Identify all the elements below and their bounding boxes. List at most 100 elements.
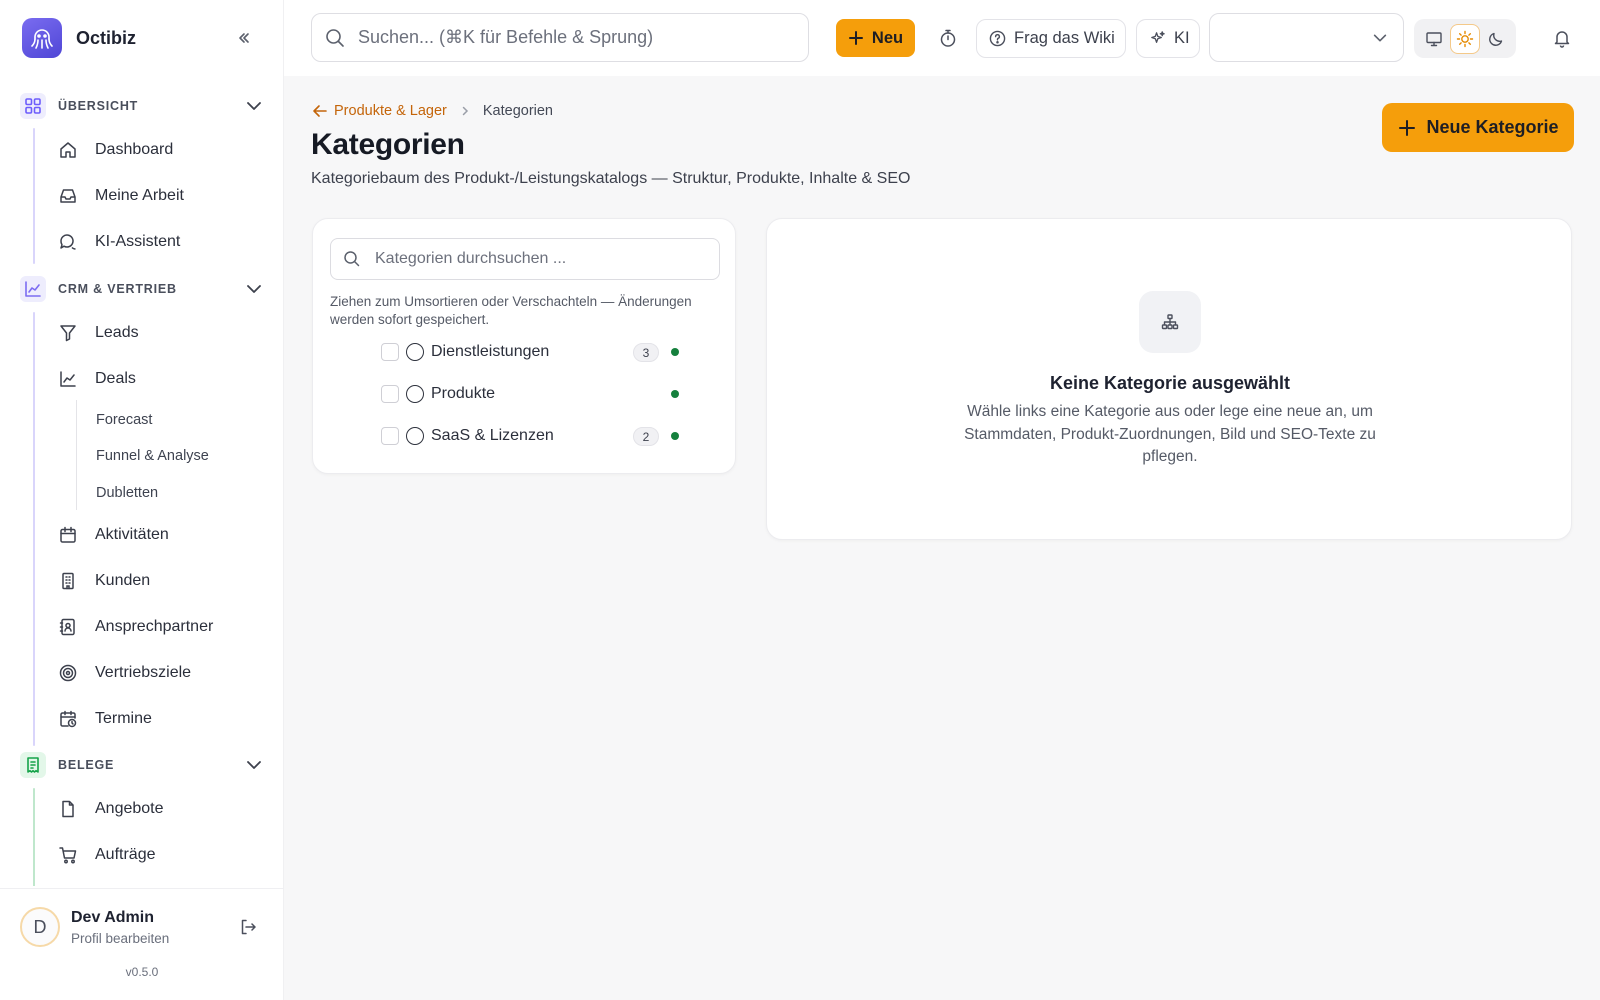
octopus-logo-icon xyxy=(22,18,62,58)
category-checkbox[interactable] xyxy=(381,343,399,361)
sidebar-item-angebote[interactable]: Angebote xyxy=(52,791,266,827)
sidebar-item-label: Dashboard xyxy=(95,141,174,158)
new-button[interactable]: Neu xyxy=(836,19,915,57)
receipt-icon xyxy=(20,752,46,778)
chevrons-left-icon xyxy=(239,33,249,43)
stopwatch-icon xyxy=(940,29,956,47)
app-version: v0.5.0 xyxy=(125,965,159,979)
active-status-dot xyxy=(671,348,679,356)
sidebar-item-label: Kunden xyxy=(95,572,151,589)
monitor-icon xyxy=(1425,31,1442,46)
chevron-down-icon xyxy=(1373,34,1387,42)
category-search-input[interactable] xyxy=(375,250,705,268)
category-search[interactable] xyxy=(330,238,720,280)
contact-book-icon xyxy=(54,613,82,641)
category-count-badge: 3 xyxy=(633,343,659,362)
global-search[interactable] xyxy=(311,13,809,62)
sidebar-item-ansprechpartner[interactable]: Ansprechpartner xyxy=(52,609,266,645)
avatar[interactable]: D xyxy=(20,907,60,947)
category-count-badge: 2 xyxy=(633,427,659,446)
sidebar-item-meine-arbeit[interactable]: Meine Arbeit xyxy=(52,178,266,214)
edit-profile-link[interactable]: Profil bearbeiten xyxy=(71,931,169,946)
active-status-dot xyxy=(671,432,679,440)
collapse-sidebar-button[interactable] xyxy=(230,24,258,52)
reorder-hint: Ziehen zum Umsortieren oder Verschachtel… xyxy=(330,294,692,327)
sidebar-item-auftraege[interactable]: Aufträge xyxy=(52,837,266,873)
section-belege[interactable]: BELEGE xyxy=(20,751,268,779)
sidebar: Octibiz ÜBERSICHT Dashboard Meine Arbeit… xyxy=(0,0,284,1000)
sidebar-item-vertriebsziele[interactable]: Vertriebsziele xyxy=(52,655,266,691)
category-row[interactable]: SaaS & Lizenzen 2 xyxy=(381,422,681,450)
category-name[interactable]: SaaS & Lizenzen xyxy=(431,427,554,445)
category-checkbox[interactable] xyxy=(381,427,399,445)
empty-state-title: Keine Kategorie ausgewählt xyxy=(1049,373,1291,393)
breadcrumb-parent-label: Produkte & Lager xyxy=(334,103,447,119)
page-title: Kategorien xyxy=(311,128,465,161)
category-row[interactable]: Produkte xyxy=(381,380,681,408)
calendar-icon xyxy=(54,521,82,549)
chart-icon xyxy=(20,276,46,302)
breadcrumb-current: Kategorien xyxy=(482,103,553,119)
sub-rail xyxy=(76,400,77,510)
page-subtitle: Kategoriebaum des Produkt-/Leistungskata… xyxy=(311,170,911,187)
sparkles-icon xyxy=(1151,31,1165,43)
category-radio[interactable] xyxy=(406,385,424,403)
category-radio[interactable] xyxy=(406,343,424,361)
context-select[interactable] xyxy=(1209,13,1404,62)
sidebar-item-label: Angebote xyxy=(95,800,164,817)
active-status-dot xyxy=(671,390,679,398)
category-name[interactable]: Dienstleistungen xyxy=(431,343,549,361)
sidebar-item-kunden[interactable]: Kunden xyxy=(52,563,266,599)
theme-switcher xyxy=(1414,19,1516,58)
sidebar-item-termine[interactable]: Termine xyxy=(52,701,266,737)
section-crm[interactable]: CRM & VERTRIEB xyxy=(20,275,268,303)
sidebar-subitem-forecast[interactable]: Forecast xyxy=(96,407,152,433)
new-category-button[interactable]: Neue Kategorie xyxy=(1382,103,1574,152)
trend-chart-icon xyxy=(54,365,82,393)
plus-icon xyxy=(1399,119,1416,136)
sidebar-item-deals[interactable]: Deals xyxy=(52,361,266,397)
category-detail-panel: Keine Kategorie ausgewählt Wähle links e… xyxy=(766,218,1572,540)
sidebar-item-ki-assistent[interactable]: KI-Assistent xyxy=(52,224,266,260)
section-overview[interactable]: ÜBERSICHT xyxy=(20,92,268,120)
ask-wiki-button[interactable]: Frag das Wiki xyxy=(976,19,1126,58)
category-row[interactable]: Dienstleistungen 3 xyxy=(381,338,681,366)
sidebar-item-label: Aufträge xyxy=(95,846,156,863)
global-search-input[interactable] xyxy=(358,27,798,48)
empty-state-text: Wähle links eine Kategorie aus oder lege… xyxy=(964,403,1376,465)
theme-system-button[interactable] xyxy=(1419,24,1449,54)
topbar: Neu Frag das Wiki KI xyxy=(284,0,1600,76)
category-radio[interactable] xyxy=(406,427,424,445)
notifications-button[interactable] xyxy=(1548,24,1576,52)
brand[interactable]: Octibiz xyxy=(22,18,136,58)
sidebar-item-label: Leads xyxy=(95,324,139,341)
ai-button-label: KI xyxy=(1174,29,1190,47)
theme-light-button[interactable] xyxy=(1449,23,1480,54)
sidebar-subitem-funnel-analyse[interactable]: Funnel & Analyse xyxy=(96,443,209,469)
sidebar-item-aktivitaeten[interactable]: Aktivitäten xyxy=(52,517,266,553)
funnel-icon xyxy=(54,319,82,347)
grid-icon xyxy=(20,93,46,119)
section-label: BELEGE xyxy=(58,758,115,772)
category-checkbox[interactable] xyxy=(381,385,399,403)
breadcrumb-parent-link[interactable]: Produkte & Lager xyxy=(311,102,447,120)
arrow-left-icon xyxy=(313,105,327,117)
section-label: ÜBERSICHT xyxy=(58,99,139,113)
ai-button[interactable]: KI xyxy=(1136,19,1200,58)
sidebar-item-dashboard[interactable]: Dashboard xyxy=(52,132,266,168)
category-name[interactable]: Produkte xyxy=(431,385,495,403)
category-tree-panel: Ziehen zum Umsortieren oder Verschachtel… xyxy=(312,218,736,474)
timer-button[interactable] xyxy=(934,24,962,52)
section-label: CRM & VERTRIEB xyxy=(58,282,177,296)
search-icon xyxy=(326,28,344,47)
section-rail xyxy=(33,312,35,746)
sidebar-item-label: Meine Arbeit xyxy=(95,187,184,204)
chevron-right-icon xyxy=(459,105,471,117)
logout-button[interactable] xyxy=(234,913,262,941)
sidebar-item-label: Aktivitäten xyxy=(95,526,169,543)
building-icon xyxy=(54,567,82,595)
sidebar-subitem-dubletten[interactable]: Dubletten xyxy=(96,480,158,506)
chevron-down-icon xyxy=(247,761,261,769)
sidebar-item-leads[interactable]: Leads xyxy=(52,315,266,351)
theme-dark-button[interactable] xyxy=(1481,24,1511,54)
